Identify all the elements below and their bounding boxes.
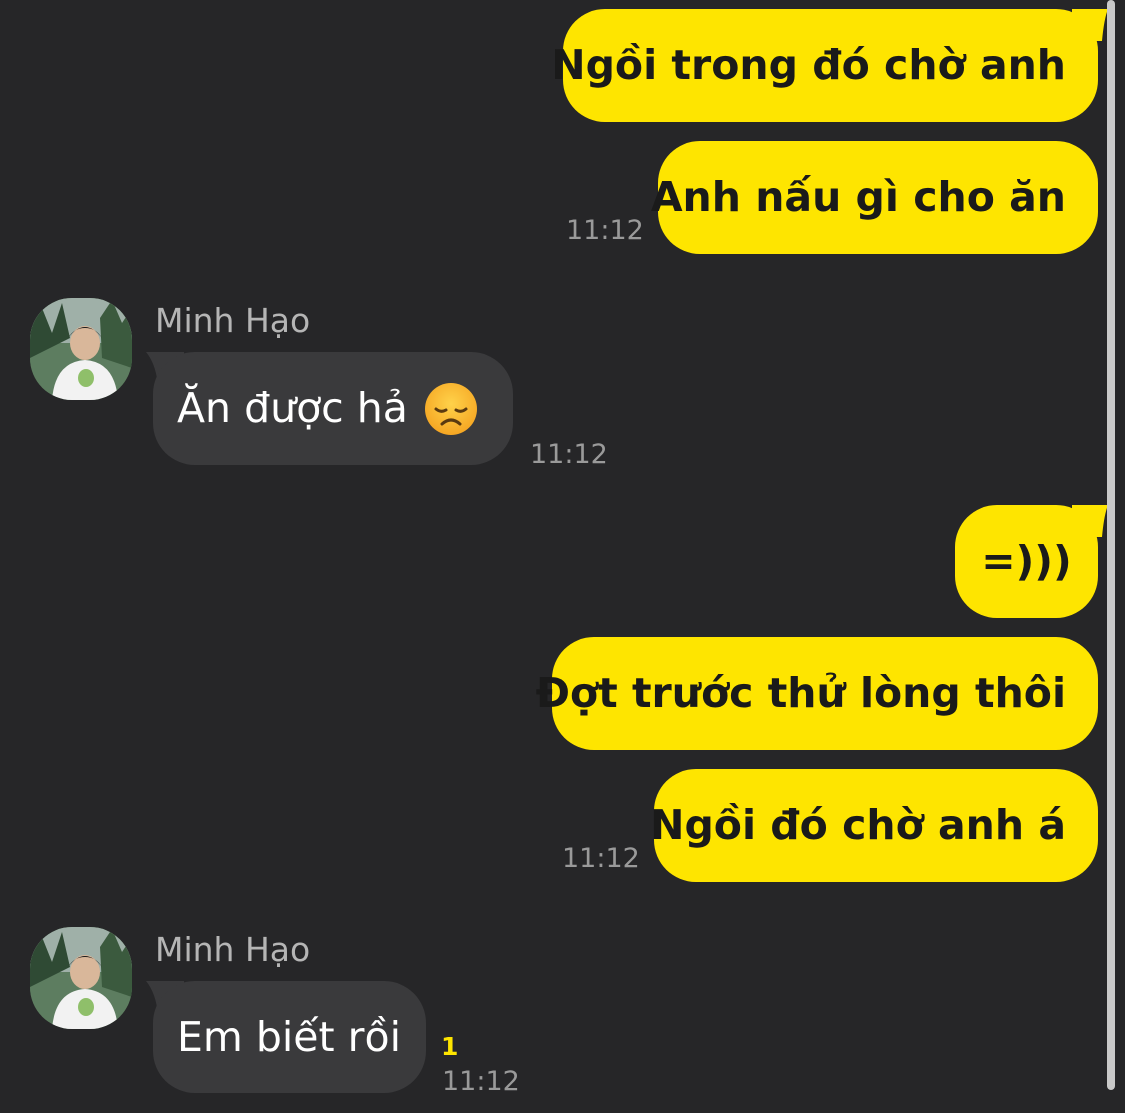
avatar[interactable] [30, 927, 132, 1029]
unread-count: 1 [441, 1032, 459, 1061]
message-timestamp: 11:12 [530, 439, 608, 470]
message-bubble-outgoing[interactable]: Anh nấu gì cho ăn [651, 141, 1098, 254]
sender-name: Minh Hạo [155, 301, 311, 340]
avatar[interactable] [30, 298, 132, 400]
scrollbar[interactable] [1107, 0, 1115, 1090]
message-timestamp: 11:12 [562, 843, 640, 874]
message-text: Ăn được hả [177, 384, 408, 432]
message-bubble-outgoing[interactable]: Đợt trước thử lòng thôi [536, 637, 1098, 750]
message-text: Ngồi trong đó chờ anh [551, 41, 1066, 89]
bubble-tail [1072, 9, 1108, 41]
message-text: Anh nấu gì cho ăn [650, 173, 1066, 221]
avatar-photo-icon [30, 927, 132, 1029]
message-text: Em biết rồi [177, 1012, 401, 1061]
message-bubble-incoming[interactable]: Em biết rồi [153, 981, 426, 1093]
avatar-photo-icon [30, 298, 132, 400]
message-timestamp: 11:12 [566, 215, 644, 246]
message-bubble-outgoing[interactable]: Ngồi trong đó chờ anh [551, 9, 1098, 122]
message-timestamp: 11:12 [442, 1066, 520, 1097]
message-text: Đợt trước thử lòng thôi [535, 669, 1066, 717]
message-text: Ngồi đó chờ anh á [650, 801, 1066, 849]
message-text: =))) [981, 537, 1072, 585]
bubble-tail [1072, 505, 1108, 537]
message-bubble-outgoing[interactable]: Ngồi đó chờ anh á [650, 769, 1098, 882]
message-bubble-incoming[interactable]: Ăn được hả [153, 352, 513, 465]
disappointed-face-emoji-icon [424, 382, 477, 435]
sender-name: Minh Hạo [155, 930, 311, 969]
